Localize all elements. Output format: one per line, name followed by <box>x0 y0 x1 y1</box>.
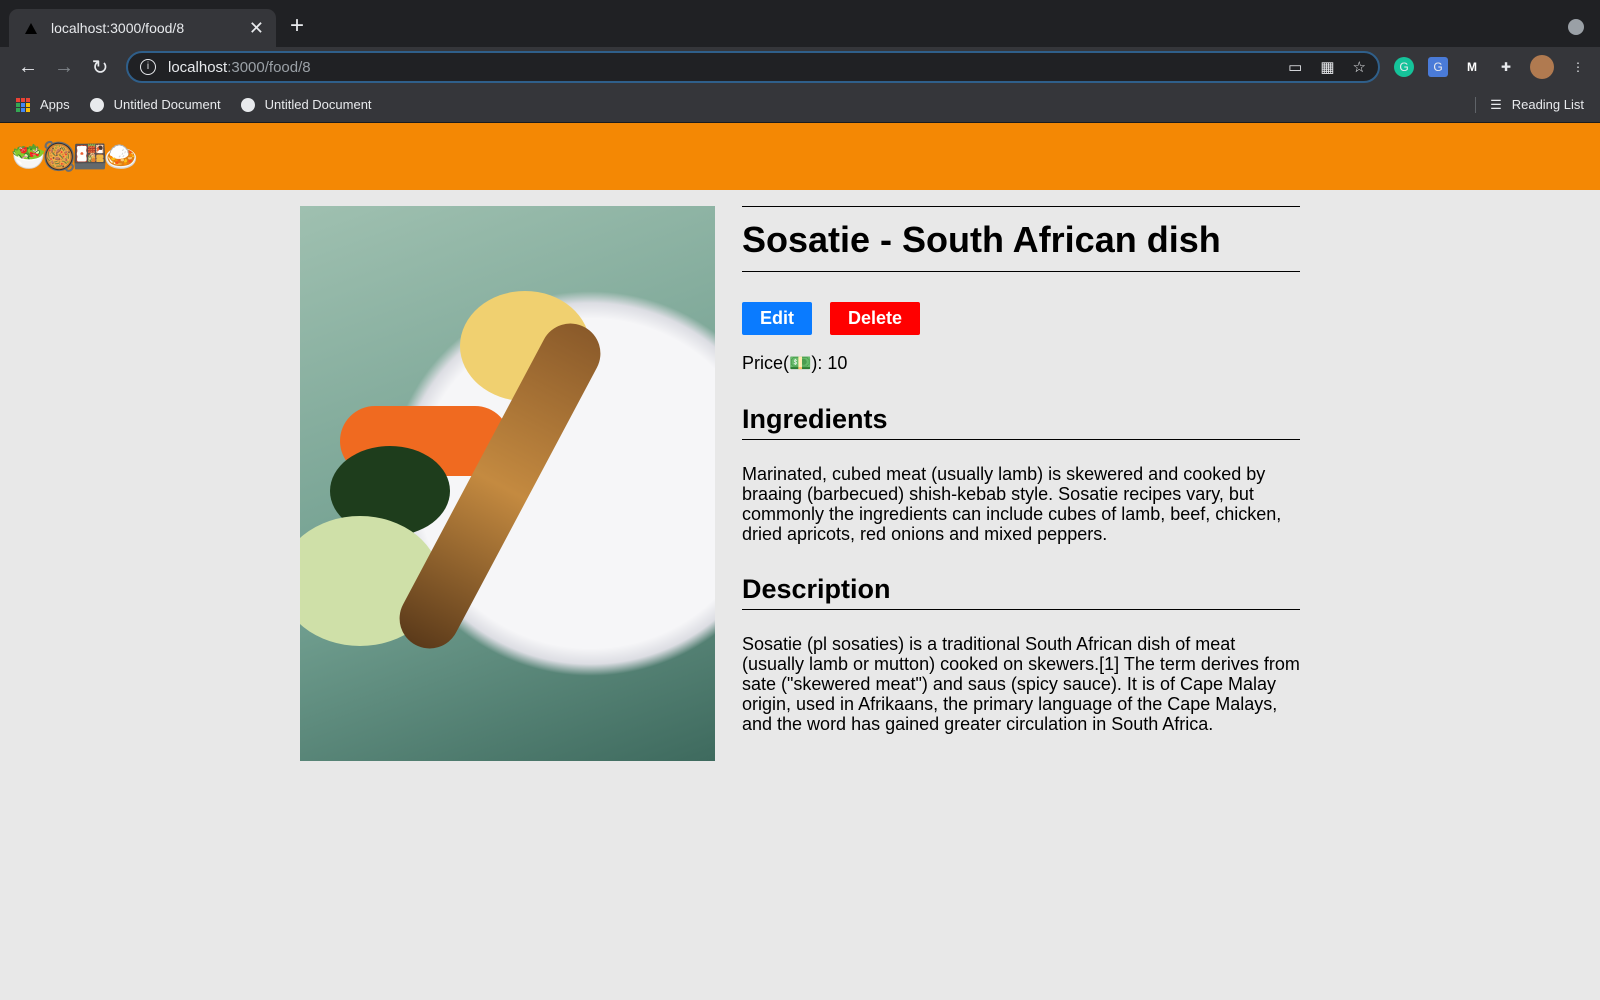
browser-tab[interactable]: localhost:3000/food/8 ✕ <box>9 9 276 47</box>
globe-icon <box>240 97 255 112</box>
url-host: localhost <box>168 58 228 76</box>
bookmark-untitled-document[interactable]: Untitled Document <box>240 97 372 112</box>
tab-title: localhost:3000/food/8 <box>51 20 185 36</box>
close-tab-icon[interactable]: ✕ <box>249 18 264 39</box>
favicon-icon <box>25 22 37 34</box>
bookmark-label: Untitled Document <box>113 97 221 112</box>
reading-list-label: Reading List <box>1511 97 1584 112</box>
extensions-icon[interactable]: ✚ <box>1496 57 1516 77</box>
bookmark-untitled-document[interactable]: Untitled Document <box>89 97 221 112</box>
bookmark-apps[interactable]: Apps <box>16 97 70 112</box>
description-text: Sosatie (pl sosaties) is a traditional S… <box>742 634 1300 734</box>
tab-search-icon[interactable] <box>1568 19 1584 35</box>
grammarly-icon[interactable]: G <box>1394 57 1414 77</box>
menu-icon[interactable]: ⋮ <box>1568 57 1588 77</box>
forward-icon[interactable]: → <box>46 56 82 79</box>
qr-code-icon[interactable]: ▦ <box>1320 58 1334 76</box>
medium-icon[interactable]: M <box>1462 57 1482 77</box>
page-title: Sosatie - South African dish <box>742 206 1300 272</box>
ingredients-text: Marinated, cubed meat (usually lamb) is … <box>742 464 1282 544</box>
ingredients-heading: Ingredients <box>742 404 1300 440</box>
back-icon[interactable]: ← <box>10 56 46 79</box>
new-tab-icon[interactable]: + <box>290 12 304 40</box>
reading-list-icon: ☰ <box>1490 96 1502 112</box>
tab-bar: localhost:3000/food/8 ✕ + <box>0 0 1600 47</box>
bookmark-label: Untitled Document <box>264 97 372 112</box>
food-content: Sosatie - South African dish Edit Delete… <box>742 206 1300 734</box>
edit-button[interactable]: Edit <box>742 302 812 335</box>
address-bar[interactable]: i localhost:3000/food/8 ▭ ▦ ☆ <box>126 51 1380 83</box>
reload-icon[interactable]: ↻ <box>82 55 118 80</box>
site-header: 🥗🥘🍱🍛 <box>0 123 1600 190</box>
reading-list-button[interactable]: ☰ Reading List <box>1475 96 1584 113</box>
globe-icon <box>89 97 104 112</box>
info-icon[interactable]: i <box>140 59 156 75</box>
logo-link[interactable]: 🥗🥘🍱🍛 <box>11 140 138 173</box>
star-icon[interactable]: ☆ <box>1353 58 1366 76</box>
avatar[interactable] <box>1530 55 1554 79</box>
bookmark-label: Apps <box>40 97 70 112</box>
url-path: :3000/food/8 <box>227 58 311 76</box>
cast-icon[interactable]: ▭ <box>1288 58 1302 76</box>
food-image <box>300 206 715 761</box>
toolbar: ← → ↻ i localhost:3000/food/8 ▭ ▦ ☆ G G … <box>0 47 1600 87</box>
browser-chrome: localhost:3000/food/8 ✕ + ← → ↻ i localh… <box>0 0 1600 123</box>
apps-icon <box>16 97 30 112</box>
description-heading: Description <box>742 574 1300 610</box>
bookmarks-bar: Apps Untitled Document Untitled Document… <box>0 87 1600 123</box>
price: Price(💵): 10 <box>742 353 848 373</box>
delete-button[interactable]: Delete <box>830 302 921 335</box>
translate-icon[interactable]: G <box>1428 57 1448 77</box>
